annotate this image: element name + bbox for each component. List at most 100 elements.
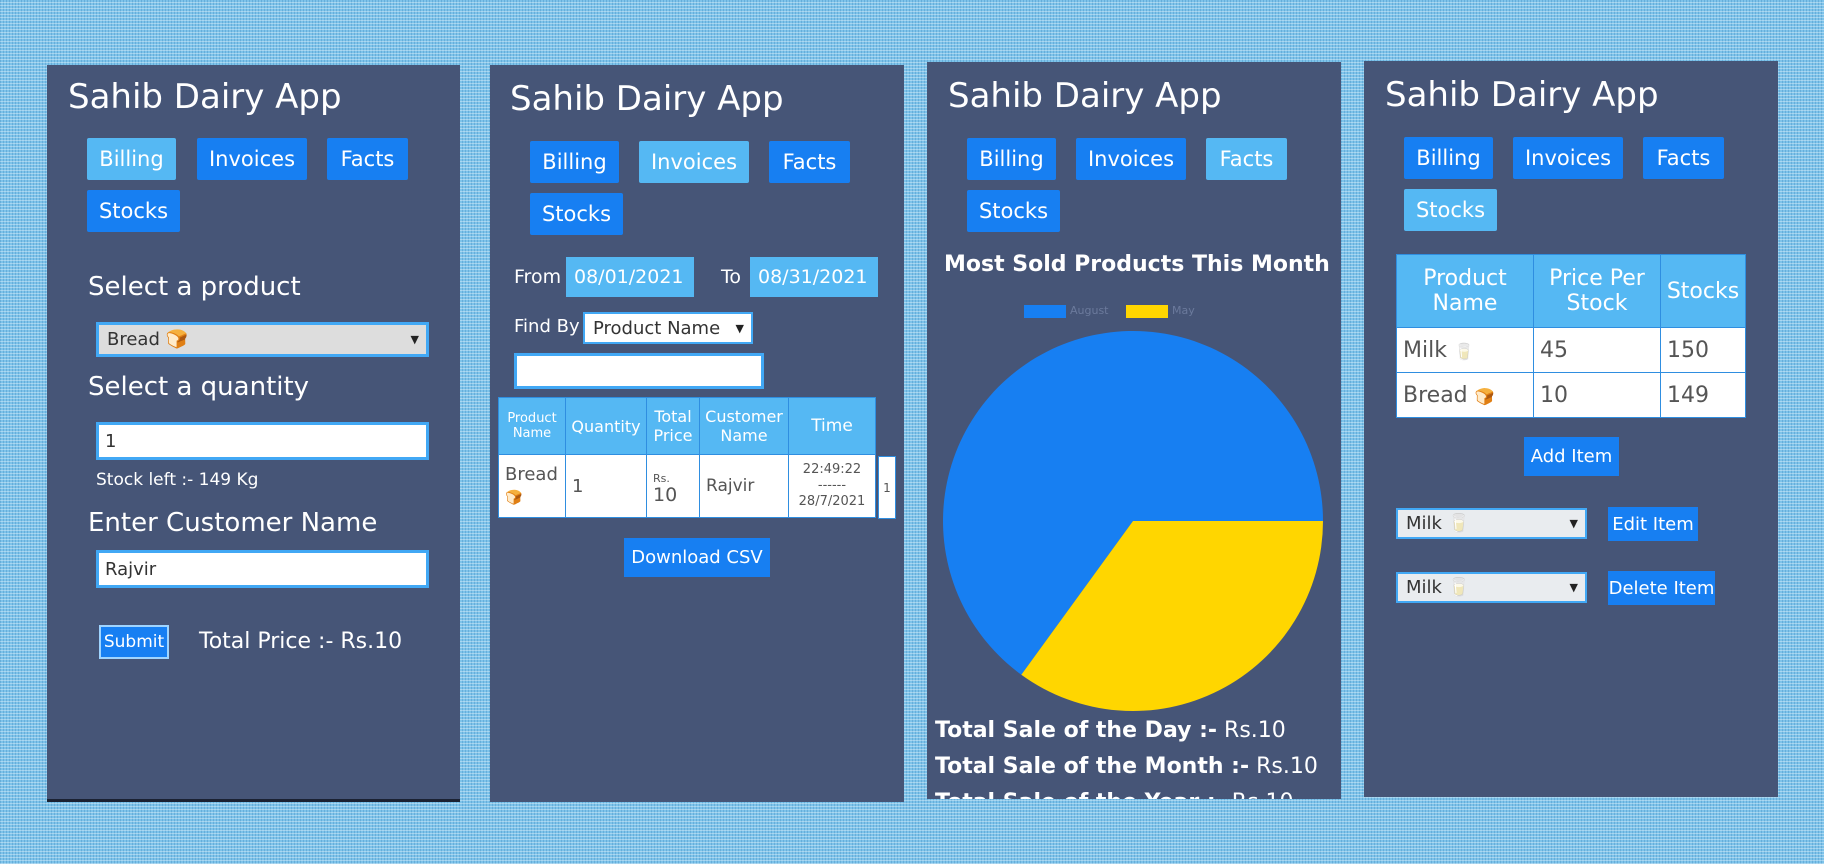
nav-billing-button[interactable]: Billing — [967, 138, 1056, 180]
billing-panel: Sahib Dairy App Billing Invoices Facts S… — [47, 65, 460, 802]
find-by-select-value: Product Name — [593, 317, 721, 339]
chevron-down-icon: ▼ — [1569, 517, 1578, 530]
app-title: Sahib Dairy App — [948, 76, 1222, 116]
quantity-input[interactable]: 1 — [96, 422, 429, 460]
nav-stocks-button[interactable]: Stocks — [530, 193, 623, 235]
total-month-value: Rs.10 — [1256, 754, 1318, 779]
app-title: Sahib Dairy App — [1385, 75, 1659, 115]
total-price-text: Total Price :- Rs.10 — [199, 629, 403, 654]
legend-label-august: August — [1070, 304, 1109, 317]
nav-facts-button[interactable]: Facts — [1643, 137, 1724, 179]
price-cell: 45 — [1533, 327, 1661, 373]
nav-billing-button[interactable]: Billing — [87, 138, 176, 180]
stock-cell: 149 — [1660, 372, 1746, 418]
customer-name-label: Enter Customer Name — [88, 508, 378, 538]
product-name: Milk — [1403, 337, 1447, 363]
select-quantity-label: Select a quantity — [88, 372, 310, 402]
pie-chart — [943, 331, 1323, 711]
download-csv-button[interactable]: Download CSV — [624, 538, 770, 577]
total-year-label: Total Sale of the Year :- — [935, 790, 1225, 799]
column-header: Quantity — [565, 397, 647, 455]
product-cell: Bread 🍞 — [1396, 372, 1534, 418]
app-title: Sahib Dairy App — [68, 77, 342, 117]
to-date-input[interactable]: 08/31/2021 — [750, 257, 878, 297]
product-select[interactable]: Bread 🍞 ▼ — [96, 322, 429, 357]
table-row: Bread 🍞 1 Rs. 10 Rajvir 22:49:22 ------ … — [498, 454, 876, 518]
select-product-label: Select a product — [88, 272, 301, 302]
from-date-input[interactable]: 08/01/2021 — [566, 257, 694, 297]
find-by-select[interactable]: Product Name ▼ — [583, 312, 753, 344]
bread-icon: 🍞 — [505, 489, 523, 506]
facts-panel: Sahib Dairy App Billing Invoices Facts S… — [927, 62, 1341, 799]
date-value: 28/7/2021 — [798, 494, 866, 509]
column-header: Stocks — [1660, 254, 1746, 328]
product-name: Bread — [1403, 382, 1468, 408]
time-value: 22:49:22 — [802, 462, 862, 477]
invoice-table: Product Name Quantity Total Price Custom… — [498, 397, 876, 518]
total-year-value: Rs.10 — [1232, 790, 1294, 799]
chevron-down-icon: ▼ — [410, 333, 419, 346]
stock-cell: 150 — [1660, 327, 1746, 373]
product-cell: Bread 🍞 — [498, 454, 566, 518]
chevron-down-icon: ▼ — [1569, 581, 1578, 594]
product-cell: Milk 🥛 — [1396, 327, 1534, 373]
column-header: Total Price — [646, 397, 700, 455]
legend-label-may: May — [1172, 304, 1195, 317]
column-header: Price Per Stock — [1533, 254, 1661, 328]
price-cell: Rs. 10 — [646, 454, 700, 518]
price-value: 10 — [653, 484, 678, 506]
search-input[interactable] — [514, 353, 764, 389]
product-name: Bread — [505, 463, 558, 485]
quantity-cell: 1 — [565, 454, 647, 518]
nav-invoices-button[interactable]: Invoices — [1076, 138, 1186, 180]
bread-icon: 🍞 — [1474, 386, 1495, 406]
add-item-button[interactable]: Add Item — [1524, 437, 1619, 476]
nav-billing-button[interactable]: Billing — [1404, 137, 1493, 179]
customer-cell: Rajvir — [699, 454, 789, 518]
delete-item-select-value: Milk 🥛 — [1406, 577, 1471, 598]
nav-billing-button[interactable]: Billing — [530, 141, 619, 183]
milk-icon: 🥛 — [1453, 341, 1474, 361]
stocks-table: Product Name Price Per Stock Stocks Milk… — [1396, 254, 1746, 418]
nav-invoices-button[interactable]: Invoices — [197, 138, 307, 180]
column-header: Customer Name — [699, 397, 789, 455]
product-select-value: Bread 🍞 — [107, 329, 189, 350]
nav-invoices-button[interactable]: Invoices — [639, 141, 749, 183]
nav-invoices-button[interactable]: Invoices — [1513, 137, 1623, 179]
edit-item-select[interactable]: Milk 🥛 ▼ — [1396, 508, 1587, 539]
overflow-cell: 1 — [878, 456, 896, 519]
chevron-down-icon: ▼ — [735, 321, 744, 335]
stocks-panel: Sahib Dairy App Billing Invoices Facts S… — [1364, 61, 1778, 797]
chart-title: Most Sold Products This Month — [944, 252, 1330, 277]
total-day-value: Rs.10 — [1224, 718, 1286, 743]
nav-stocks-button[interactable]: Stocks — [1404, 189, 1497, 231]
column-header: Product Name — [1396, 254, 1534, 328]
delete-item-button[interactable]: Delete Item — [1608, 571, 1715, 605]
table-row: Bread 🍞 10 149 — [1396, 372, 1746, 418]
table-row: Milk 🥛 45 150 — [1396, 327, 1746, 373]
price-cell: 10 — [1533, 372, 1661, 418]
legend-swatch-august — [1024, 305, 1066, 318]
find-by-label: Find By — [514, 316, 580, 337]
nav-facts-button[interactable]: Facts — [1206, 138, 1287, 180]
total-year-text: Total Sale of the Year :- Rs.10 — [935, 790, 1294, 799]
delete-item-select[interactable]: Milk 🥛 ▼ — [1396, 572, 1587, 603]
nav-facts-button[interactable]: Facts — [327, 138, 408, 180]
column-header: Time — [788, 397, 876, 455]
from-label: From — [514, 266, 562, 288]
nav-facts-button[interactable]: Facts — [769, 141, 850, 183]
stock-left-text: Stock left :- 149 Kg — [96, 470, 259, 490]
legend-swatch-may — [1126, 305, 1168, 318]
submit-button[interactable]: Submit — [99, 625, 169, 659]
edit-item-button[interactable]: Edit Item — [1608, 507, 1698, 541]
edit-item-select-value: Milk 🥛 — [1406, 513, 1471, 534]
nav-stocks-button[interactable]: Stocks — [87, 190, 180, 232]
customer-name-input[interactable]: Rajvir — [96, 550, 429, 588]
time-separator: ------ — [817, 478, 847, 493]
nav-stocks-button[interactable]: Stocks — [967, 190, 1060, 232]
column-header: Product Name — [498, 397, 566, 455]
time-cell: 22:49:22 ------ 28/7/2021 — [788, 454, 876, 518]
total-day-text: Total Sale of the Day :- Rs.10 — [935, 718, 1286, 743]
total-month-text: Total Sale of the Month :- Rs.10 — [935, 754, 1318, 779]
invoices-panel: Sahib Dairy App Billing Invoices Facts S… — [490, 65, 904, 802]
